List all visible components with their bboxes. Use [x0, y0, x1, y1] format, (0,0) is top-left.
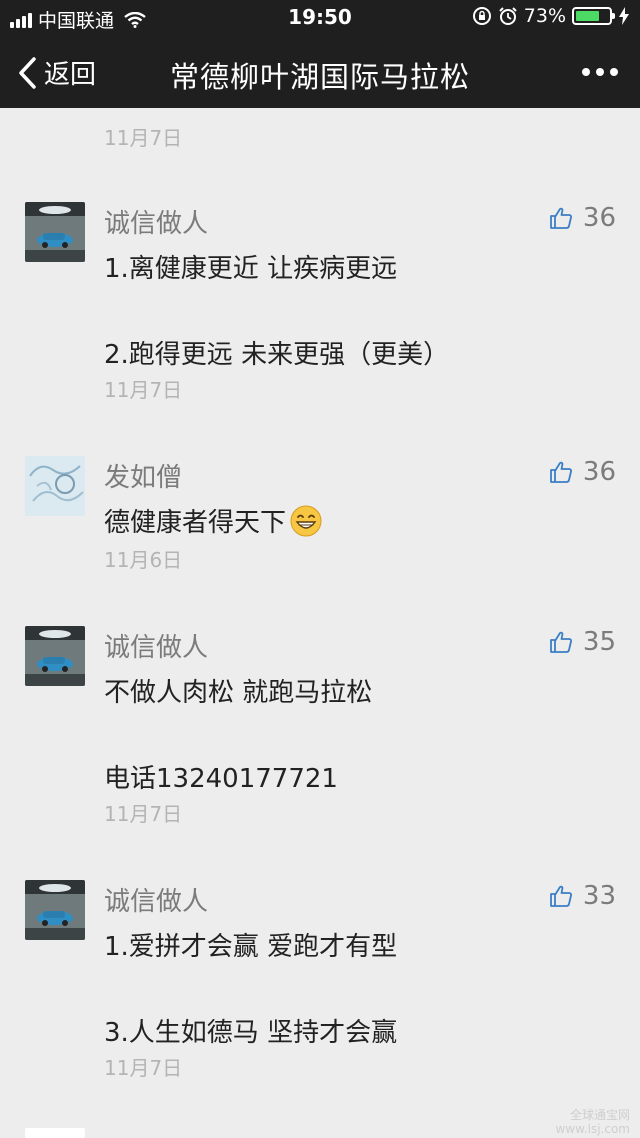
like-count: 33 [582, 881, 616, 911]
avatar[interactable] [25, 456, 85, 516]
like-button[interactable]: 36 [549, 203, 616, 233]
like-button[interactable]: 36 [549, 457, 616, 487]
comment-nickname[interactable]: 发如僧 [104, 457, 182, 494]
thumbs-up-icon [550, 885, 572, 907]
battery-icon [572, 7, 615, 25]
like-count: 36 [582, 457, 616, 487]
comment-text: 电话13240177721 [104, 764, 338, 794]
battery-percent: 73% [523, 5, 566, 27]
avatar[interactable] [25, 880, 85, 940]
status-bar: 中国联通 19:50 73% [0, 0, 640, 36]
more-dots-icon[interactable] [582, 68, 618, 76]
comment-nickname[interactable]: 诚信做人 [104, 203, 208, 240]
comment-date: 11月7日 [104, 378, 183, 402]
rotation-lock-icon [472, 7, 491, 25]
comment-nickname[interactable]: 诚信做人 [104, 881, 208, 918]
comment-text-content: 德健康者得天下 [104, 508, 287, 538]
comment-text: 1.爱拼才会赢 爱跑才有型 [104, 932, 398, 962]
avatar[interactable] [25, 626, 85, 686]
comment-date: 11月7日 [104, 802, 183, 826]
like-button[interactable]: 33 [549, 881, 616, 911]
watermark: 全球通宝网 www.lsj.com [555, 1108, 630, 1136]
grinning-face-emoji [290, 505, 322, 537]
comment-text: 1.离健康更近 让疾病更远 [104, 254, 398, 284]
navigation-bar: 返回 常德柳叶湖国际马拉松 [0, 36, 640, 108]
like-count: 35 [582, 627, 616, 657]
like-count: 36 [582, 203, 616, 233]
comment-date: 11月7日 [104, 126, 183, 150]
comment-text: 3.人生如德马 坚持才会赢 [104, 1018, 398, 1048]
thumbs-up-icon [550, 631, 572, 653]
thumbs-up-icon [550, 461, 572, 483]
alarm-icon [499, 7, 517, 25]
comment-list: 11月7日 诚信做人 36 1.离健康更近 让疾病更远 2.跑得更远 未来更强（… [0, 108, 640, 1138]
thumbs-up-icon [550, 207, 572, 229]
charging-icon [619, 7, 629, 25]
comment-date: 11月7日 [104, 1056, 183, 1080]
comment-text: 2.跑得更远 未来更强（更美） [104, 340, 450, 370]
avatar[interactable] [25, 202, 85, 262]
comment-date: 11月6日 [104, 548, 183, 572]
next-avatar-partial [25, 1128, 85, 1138]
comment-text: 不做人肉松 就跑马拉松 [104, 678, 373, 708]
comment-text: 德健康者得天下 [104, 502, 322, 539]
page-title: 常德柳叶湖国际马拉松 [169, 60, 470, 94]
comment-nickname[interactable]: 诚信做人 [104, 627, 208, 664]
like-button[interactable]: 35 [549, 627, 616, 657]
